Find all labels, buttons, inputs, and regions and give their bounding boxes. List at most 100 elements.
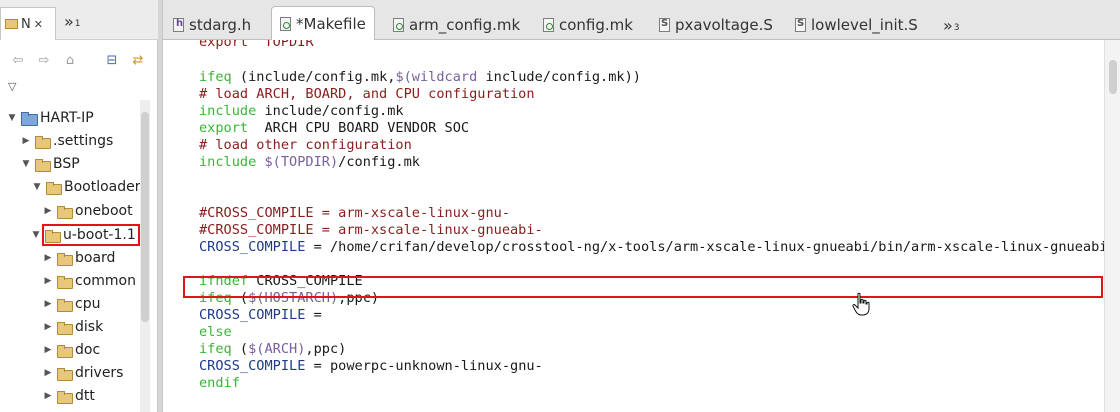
folder-icon [57,252,73,266]
navigator-scrollbar[interactable] [140,100,150,412]
code-line: ifeq ($(ARCH),ppc) [199,341,347,357]
tree-item[interactable]: ▼ BSP [20,153,80,175]
tree-item[interactable]: ▶ cpu [42,293,101,315]
more-tabs-button[interactable]: » 1 [64,8,94,34]
tree-item-label: common [75,273,136,289]
code-line-highlighted: CROSS_COMPILE = /home/crifan/develop/cro… [199,239,1105,255]
code-line: # load ARCH, BOARD, and CPU configuratio… [199,86,535,102]
folder-icon [35,158,51,172]
tree-item[interactable]: ▼ Bootloader [31,176,141,198]
collapse-all-icon[interactable]: ⊟ [104,52,120,68]
expand-toggle-icon[interactable]: ▼ [20,159,32,169]
expand-toggle-icon[interactable]: ▶ [42,322,54,332]
code-line: ifeq (include/config.mk,$(wildcard inclu… [199,69,641,85]
tree-item[interactable]: ▶ common [42,270,136,292]
tree-item[interactable]: ▶ disk [42,316,104,338]
link-with-editor-icon[interactable]: ⇄ [130,52,146,68]
tree-item-label: HART-IP [40,110,94,126]
asm-file-icon [795,18,806,32]
expand-toggle-icon[interactable]: ▼ [31,182,43,192]
header-file-icon [173,18,184,32]
code-line: else [199,324,232,340]
makefile-icon [280,16,291,31]
folder-icon [5,19,18,29]
expand-toggle-icon[interactable]: ▼ [6,113,18,123]
tree-item[interactable]: ▶ .settings [20,130,114,152]
forward-arrow-icon[interactable]: ⇨ [36,52,52,68]
scrollbar-thumb[interactable] [141,112,149,322]
tab-label: *Makefile [296,14,366,33]
tree-item[interactable]: ▶ board [42,247,116,269]
tree-item-label: BSP [53,156,80,172]
tree-item[interactable]: ▶ dtt [42,385,95,407]
expand-toggle-icon[interactable]: ▶ [42,368,54,378]
code-line: #CROSS_COMPILE = arm-xscale-linux-gnu- [199,205,510,221]
code-text-area[interactable]: export TOPDIR ifeq (include/config.mk,$(… [163,40,1105,412]
folder-icon [57,367,73,381]
tree-item-label: .settings [53,133,114,149]
tree-item[interactable]: ▶ doc [42,339,101,361]
folder-icon [57,205,73,219]
expand-toggle-icon[interactable]: ▼ [30,230,42,240]
tab-navigator-label: N [21,16,31,32]
code-line: export ARCH CPU BOARD VENDOR SOC [199,120,470,136]
close-icon[interactable]: ✕ [34,18,43,31]
code-line: CROSS_COMPILE = powerpc-unknown-linux-gn… [199,358,543,374]
more-tabs-count: 3 [953,23,960,33]
tab-lowlevel-init-s[interactable]: lowlevel_init.S [795,10,918,40]
expand-toggle-icon[interactable]: ▶ [42,391,54,401]
home-icon[interactable]: ⌂ [62,52,78,68]
hand-pointer-cursor-icon [852,292,870,316]
folder-icon [57,298,73,312]
code-line: # load other configuration [199,137,412,153]
editor-scrollbar[interactable] [1104,40,1120,412]
tab-label: config.mk [559,16,633,34]
expand-toggle-icon[interactable]: ▶ [42,253,54,263]
tab-navigator[interactable]: N ✕ [0,7,56,40]
makefile-icon [543,18,554,32]
view-menu-chevron-icon[interactable]: ▽ [8,80,16,93]
tab-stdarg-h[interactable]: stdarg.h [173,10,251,40]
expand-toggle-icon[interactable]: ▶ [42,345,54,355]
folder-icon [57,390,73,404]
folder-icon [35,135,51,149]
expand-toggle-icon[interactable]: ▶ [42,206,54,216]
tree-item[interactable]: ▶ drivers [42,362,124,384]
expand-toggle-icon[interactable]: ▶ [20,136,32,146]
expand-toggle-icon[interactable]: ▶ [42,299,54,309]
code-line: #CROSS_COMPILE = arm-xscale-linux-gnueab… [199,222,543,238]
makefile-icon [393,18,404,32]
code-line: endif [199,375,240,391]
code-line: CROSS_COMPILE = [199,307,322,323]
code-line: include $(TOPDIR)/config.mk [199,154,420,170]
tree-item-label: dtt [75,388,95,404]
tree-item[interactable]: ▼ HART-IP [6,107,94,129]
tab-config-mk[interactable]: config.mk [543,10,633,40]
scrollbar-thumb[interactable] [1109,60,1117,94]
code-editor: stdarg.h *Makefile arm_config.mk config.… [162,0,1120,412]
code-line: export TOPDIR [199,40,314,50]
tree-item-label: disk [75,319,104,335]
tab-label: lowlevel_init.S [811,16,918,34]
folder-icon [57,344,73,358]
tab-pxavoltage-s[interactable]: pxavoltage.S [659,10,773,40]
tree-item-label: Bootloader [64,179,141,195]
tab-label: arm_config.mk [409,16,521,34]
tree-item-label: oneboot [75,203,133,219]
asm-file-icon [659,18,670,32]
expand-toggle-icon[interactable]: ▶ [42,276,54,286]
tab-makefile[interactable]: *Makefile [271,6,375,40]
tree-item[interactable]: ▶ oneboot [42,200,133,222]
tab-label: stdarg.h [189,16,252,34]
chevron-double-icon: » [64,11,74,31]
tab-label: pxavoltage.S [675,16,773,34]
tab-arm-config-mk[interactable]: arm_config.mk [393,10,520,40]
navigator-tab-bar: N ✕ » 1 [0,0,158,40]
more-tabs-count: 1 [74,19,81,29]
selection-highlight-box [42,224,140,246]
more-tabs-button[interactable]: » 3 [943,10,960,40]
back-arrow-icon[interactable]: ⇦ [10,52,26,68]
chevron-double-icon: » [943,15,953,35]
tree-item-label: drivers [75,365,124,381]
folder-icon [57,275,73,289]
